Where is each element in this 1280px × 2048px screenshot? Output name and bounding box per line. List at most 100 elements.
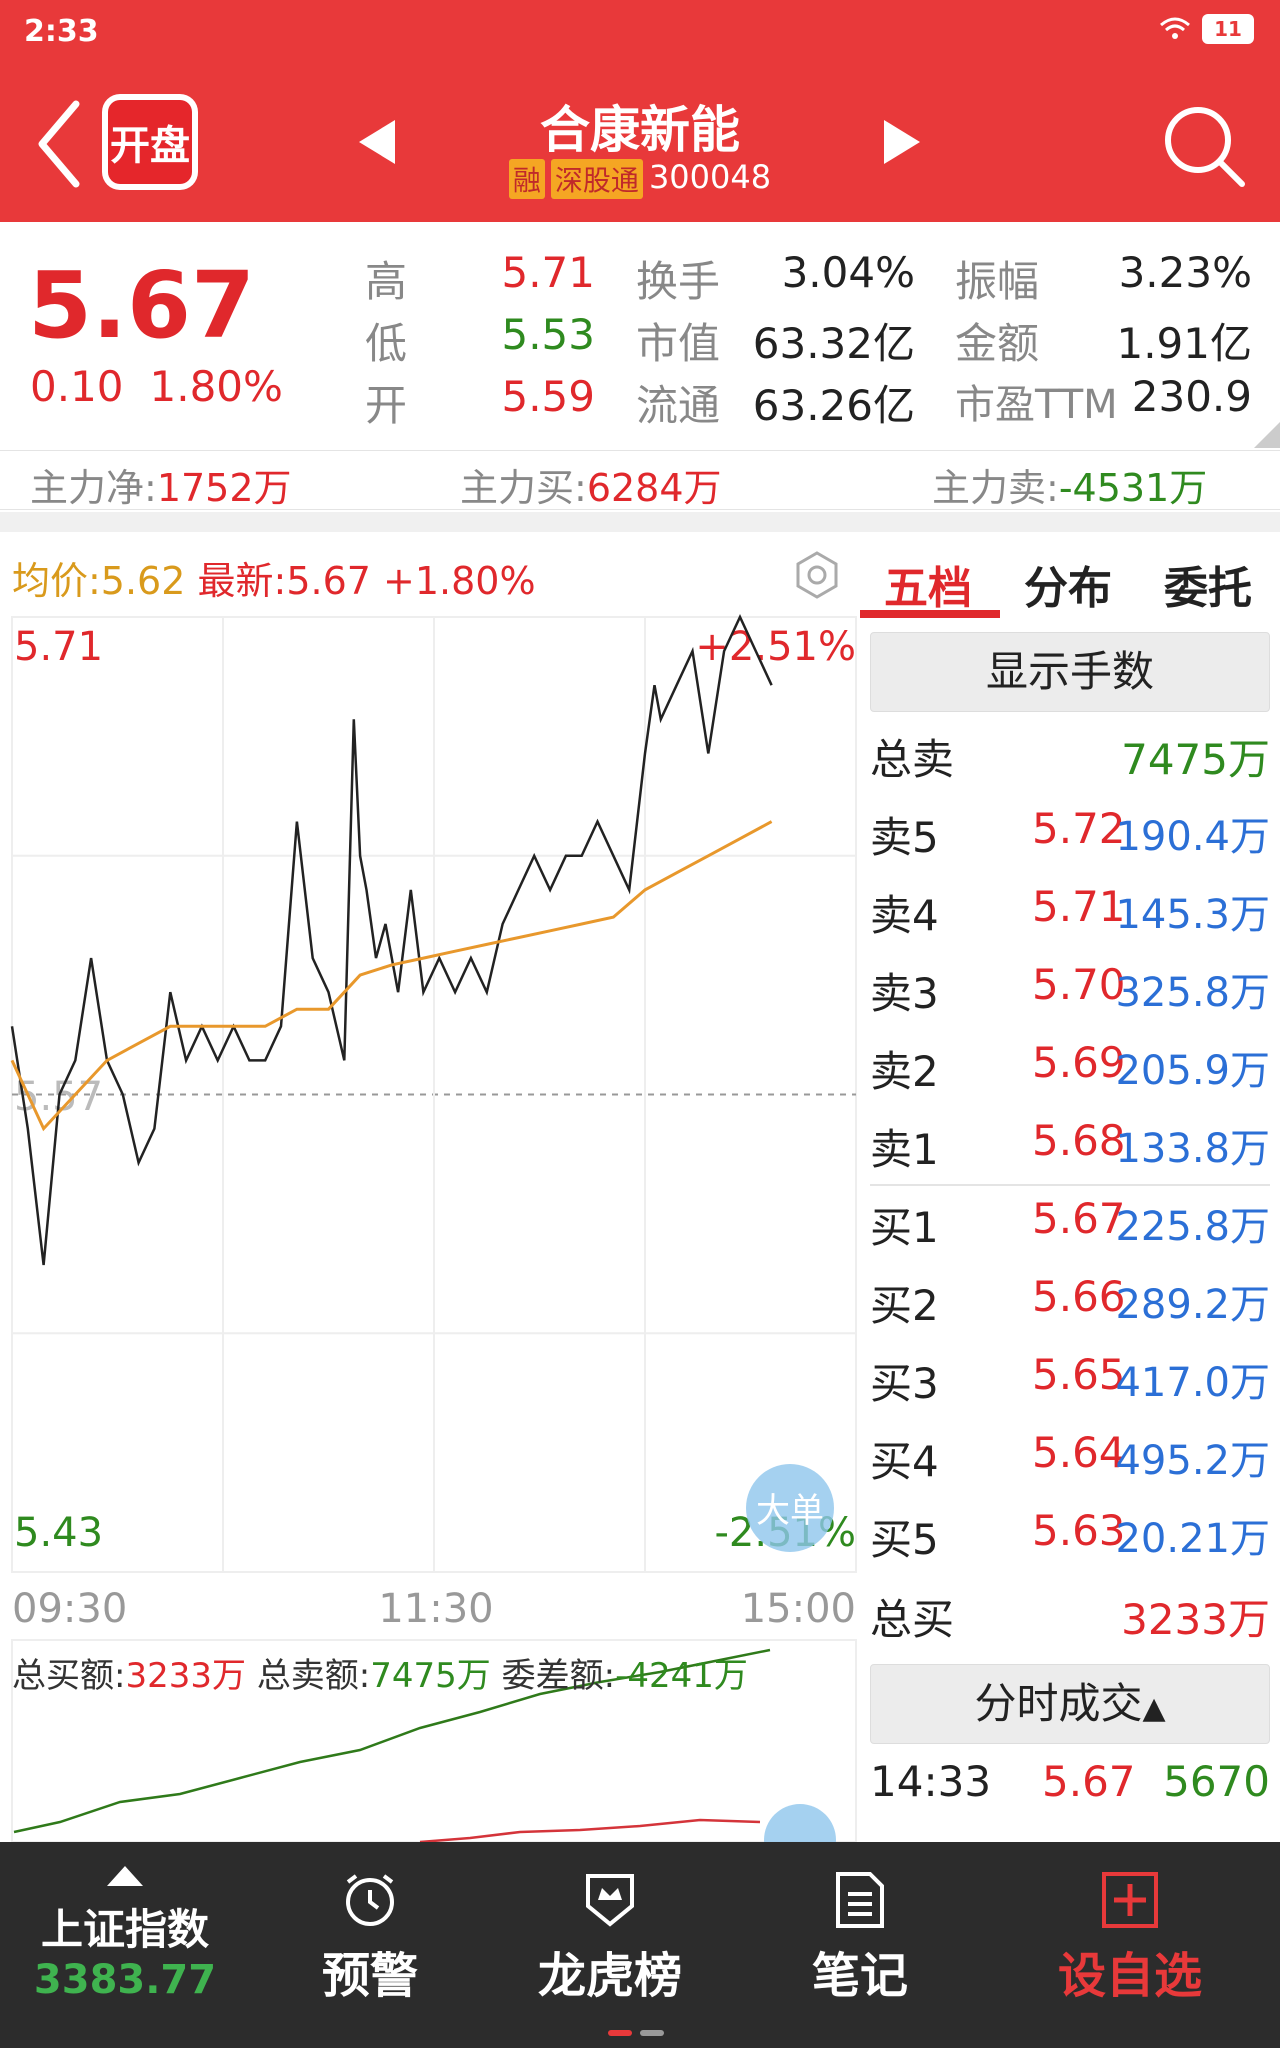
margin-tag: 融 [508,159,545,199]
ask-row[interactable]: 卖2 5.69 205.9万 [870,1024,1270,1102]
bid-row[interactable]: 买1 5.67 225.8万 [870,1180,1270,1258]
bid-price: 5.64 [1032,1428,1126,1477]
amplitude-value: 3.23% [1118,248,1252,297]
main-buy-label: 主力买: [460,466,587,510]
x-tick-close: 15:00 [741,1586,856,1632]
dragon-tiger-label: 龙虎榜 [537,1948,682,2004]
stock-code: 300048 [648,158,772,196]
pe-label: 市盈TTM [955,382,1118,428]
sub-chart-buy-line [419,1818,761,1842]
quote-panel[interactable]: 5.67 0.10 1.80% 高 5.71 低 5.53 开 5.59 换手 3… [0,222,1280,452]
show-lots-button[interactable]: 显示手数 [870,632,1270,712]
intraday-price-chart[interactable]: 5.71 5.43 5.57 +2.51% -2.51% 大单 09:30 11… [0,532,860,1842]
prev-stock-arrow-icon[interactable] [355,118,399,166]
bid-price: 5.65 [1032,1350,1126,1399]
ask-row[interactable]: 卖4 5.71 145.3万 [870,868,1270,946]
trade-volume: 5670 [1163,1757,1270,1806]
ask-price: 5.68 [1032,1116,1126,1165]
bid-label: 买3 [870,1359,939,1408]
caret-up-icon: ▲ [1142,1691,1166,1726]
nav-index[interactable]: 上证指数 3383.77 [20,1842,230,2022]
index-name: 上证指数 [40,1905,209,1954]
nav-alert[interactable]: 预警 [290,1842,450,2022]
ask-row[interactable]: 卖1 5.68 133.8万 [870,1102,1270,1180]
amount-value: 1.91亿 [1116,319,1252,368]
ask-volume: 325.8万 [1115,970,1270,1016]
bottom-nav: 上证指数 3383.77 预警 龙虎榜 笔记 设自选 [0,1842,1280,2048]
trade-time: 14:33 [870,1757,992,1806]
status-bar: 2:33 11 [0,0,1280,64]
float-value: 63.26亿 [752,381,915,430]
document-icon [836,1872,884,1928]
high-label: 高 [365,257,408,306]
next-stock-arrow-icon[interactable] [880,118,924,166]
open-value: 5.59 [501,372,595,421]
tab-distribution[interactable]: 分布 [1024,552,1112,616]
diff-amount-label: 委差额: [501,1656,616,1696]
ask-label: 卖1 [870,1125,939,1174]
total-sell-row: 总卖 7475万 [870,712,1270,790]
ask-volume: 133.8万 [1115,1126,1270,1172]
price-change: 0.10 1.80% [30,362,309,411]
nav-notes[interactable]: 笔记 [780,1842,940,2022]
avg-price-line [10,820,773,1132]
stock-name: 合康新能 [540,101,740,159]
nav-dragon-tiger[interactable]: 龙虎榜 [510,1842,710,2022]
bid-volume: 417.0万 [1115,1360,1270,1406]
ask-label: 卖3 [870,969,939,1018]
bid-price: 5.63 [1032,1506,1126,1555]
current-price: 5.67 [28,252,255,359]
ask-price: 5.70 [1032,960,1126,1009]
bid-row[interactable]: 买4 5.64 495.2万 [870,1414,1270,1492]
add-watchlist-label: 设自选 [1057,1948,1202,2004]
bid-volume: 495.2万 [1115,1438,1270,1484]
search-icon[interactable] [1160,102,1250,192]
chart-series [10,614,773,1266]
ask-label: 卖5 [870,813,939,862]
tick-trades-button[interactable]: 分时成交▲ [870,1664,1270,1744]
total-sell-label: 总卖 [870,735,955,784]
ask-row[interactable]: 卖5 5.72 190.4万 [870,790,1270,868]
intraday-chart-area[interactable]: 均价:5.62 最新:5.67 +1.80% 5.71 5.43 5.57 +2… [0,532,860,1842]
ask-row[interactable]: 卖3 5.70 325.8万 [870,946,1270,1024]
alarm-clock-icon [346,1874,394,1926]
add-plus-icon [1102,1872,1158,1928]
pct-top-label: +2.51% [695,624,856,670]
total-sell-amount-label: 总卖额: [256,1656,371,1696]
ask-price: 5.69 [1032,1038,1126,1087]
bid-row[interactable]: 买5 5.63 20.21万 [870,1492,1270,1570]
bid-row[interactable]: 买2 5.66 289.2万 [870,1258,1270,1336]
bid-price: 5.67 [1032,1194,1126,1243]
stock-subtitle: 融深股通 300048 [400,158,880,199]
low-label: 低 [365,319,408,368]
status-icons: 11 [1158,14,1254,44]
bid-label: 买2 [870,1281,939,1330]
ask-label: 卖2 [870,1047,939,1096]
bid-label: 买4 [870,1437,939,1486]
diff-amount: -4241万 [615,1656,748,1696]
tab-active-indicator [860,610,1000,618]
expand-corner-icon[interactable] [1254,422,1280,448]
fund-flow-row[interactable]: 主力净:1752万 主力买:6284万 主力卖:-4531万 [0,450,1280,510]
bid-volume: 225.8万 [1115,1204,1270,1250]
high-value: 5.71 [501,248,595,297]
bid-row[interactable]: 买3 5.65 417.0万 [870,1336,1270,1414]
ask-volume: 205.9万 [1115,1048,1270,1094]
main-sell-label: 主力卖: [932,466,1059,510]
tab-five-level[interactable]: 五档 [884,552,972,616]
y-axis-bottom-label: 5.43 [14,1510,103,1556]
page-dot-active [608,2030,632,2036]
nav-add-watchlist[interactable]: 设自选 [1030,1842,1230,2022]
main-buy-value: 6284万 [586,466,722,510]
ask-label: 卖4 [870,891,939,940]
section-gap [0,512,1280,532]
sub-chart-scroll-button[interactable] [764,1804,836,1842]
back-arrow-icon[interactable] [30,94,90,194]
trade-price: 5.67 [1042,1757,1136,1806]
chart-grid [11,616,857,1573]
page-indicator [608,2030,664,2036]
tab-entrust[interactable]: 委托 [1164,552,1252,616]
app-logo[interactable]: 开盘 [102,94,198,190]
total-sell-value: 7475万 [1121,735,1270,784]
main-net-label: 主力净: [30,466,157,510]
